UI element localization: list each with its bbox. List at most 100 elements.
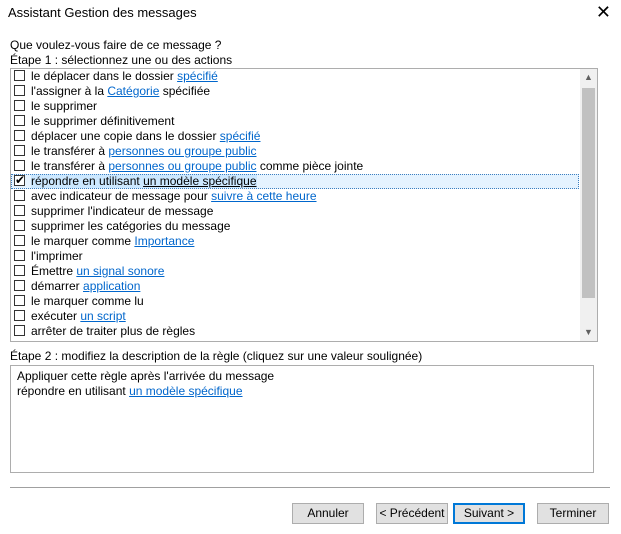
action-label: déplacer une copie dans le dossier bbox=[31, 129, 220, 143]
action-checkbox[interactable] bbox=[14, 310, 25, 321]
action-row[interactable]: le marquer comme Importance bbox=[11, 234, 579, 249]
action-label: Émettre bbox=[31, 264, 77, 278]
action-row[interactable]: supprimer l'indicateur de message bbox=[11, 204, 579, 219]
action-row[interactable]: arrêter de traiter plus de règles bbox=[11, 324, 579, 339]
action-checkbox[interactable] bbox=[14, 205, 25, 216]
actions-scrollbar[interactable]: ▲ ▼ bbox=[580, 69, 597, 341]
action-value-link[interactable]: spécifié bbox=[177, 69, 218, 83]
action-text: exécuter un script bbox=[31, 309, 126, 323]
action-checkbox[interactable] bbox=[14, 115, 25, 126]
step1-label: Étape 1 : sélectionnez une ou des action… bbox=[10, 53, 233, 67]
title-bar: Assistant Gestion des messages ✕ bbox=[0, 0, 621, 28]
action-checkbox[interactable] bbox=[14, 100, 25, 111]
action-text: le marquer comme lu bbox=[31, 294, 144, 308]
action-checkbox[interactable] bbox=[14, 70, 25, 81]
previous-button[interactable]: < Précédent bbox=[376, 503, 448, 524]
description-template-link[interactable]: un modèle spécifique bbox=[129, 384, 242, 398]
action-label: le marquer comme lu bbox=[31, 294, 144, 308]
action-label-suffix: comme pièce jointe bbox=[256, 159, 364, 173]
action-checkbox[interactable] bbox=[14, 190, 25, 201]
action-row[interactable]: le supprimer définitivement bbox=[11, 114, 579, 129]
action-label: supprimer les catégories du message bbox=[31, 219, 231, 233]
action-checkbox[interactable] bbox=[14, 325, 25, 336]
action-value-link[interactable]: un script bbox=[80, 309, 125, 323]
action-label: l'assigner à la bbox=[31, 84, 108, 98]
action-text: l'imprimer bbox=[31, 249, 83, 263]
action-label: supprimer l'indicateur de message bbox=[31, 204, 214, 218]
action-row[interactable]: Émettre un signal sonore bbox=[11, 264, 579, 279]
action-checkbox[interactable] bbox=[14, 145, 25, 156]
question-label: Que voulez-vous faire de ce message ? bbox=[10, 38, 222, 52]
action-row[interactable]: le transférer à personnes ou groupe publ… bbox=[11, 159, 579, 174]
action-row[interactable]: le marquer comme lu bbox=[11, 294, 579, 309]
action-label: le supprimer définitivement bbox=[31, 114, 175, 128]
action-value-link[interactable]: personnes ou groupe public bbox=[108, 159, 256, 173]
action-text: le transférer à personnes ou groupe publ… bbox=[31, 159, 363, 173]
action-text: le supprimer définitivement bbox=[31, 114, 174, 128]
action-label: l'imprimer bbox=[31, 249, 83, 263]
action-checkbox[interactable] bbox=[14, 160, 25, 171]
scroll-down-arrow-icon[interactable]: ▼ bbox=[580, 324, 597, 341]
scroll-up-arrow-icon[interactable]: ▲ bbox=[580, 69, 597, 86]
action-value-link[interactable]: un signal sonore bbox=[76, 264, 164, 278]
action-text: démarrer application bbox=[31, 279, 140, 293]
action-row[interactable]: exécuter un script bbox=[11, 309, 579, 324]
description-line-1: Appliquer cette règle après l'arrivée du… bbox=[17, 369, 275, 383]
action-label: exécuter bbox=[31, 309, 81, 323]
action-row[interactable]: l'imprimer bbox=[11, 249, 579, 264]
actions-listbox[interactable]: le déplacer dans le dossier spécifié l'as… bbox=[10, 68, 598, 342]
finish-button[interactable]: Terminer bbox=[537, 503, 609, 524]
action-row[interactable]: supprimer les catégories du message bbox=[11, 219, 579, 234]
description-line-2-text: répondre en utilisant bbox=[17, 384, 130, 398]
action-checkbox[interactable] bbox=[14, 235, 25, 246]
action-row[interactable]: démarrer application bbox=[11, 279, 579, 294]
rule-description-box: Appliquer cette règle après l'arrivée du… bbox=[10, 365, 594, 473]
action-row[interactable]: le supprimer bbox=[11, 99, 579, 114]
action-value-link[interactable]: suivre à cette heure bbox=[211, 189, 316, 203]
action-checkbox[interactable] bbox=[14, 280, 25, 291]
action-label: le transférer à bbox=[31, 159, 109, 173]
cancel-button[interactable]: Annuler bbox=[292, 503, 364, 524]
action-label: le déplacer dans le dossier bbox=[31, 69, 178, 83]
action-text: supprimer l'indicateur de message bbox=[31, 204, 213, 218]
action-value-link[interactable]: application bbox=[83, 279, 140, 293]
scroll-thumb[interactable] bbox=[582, 88, 595, 298]
action-row[interactable]: ✔ répondre en utilisant un modèle spécifi… bbox=[11, 173, 579, 189]
action-label: le supprimer bbox=[31, 99, 98, 113]
action-text: le marquer comme Importance bbox=[31, 234, 194, 248]
action-label: le marquer comme bbox=[31, 234, 135, 248]
action-checkbox[interactable] bbox=[14, 295, 25, 306]
action-value-link[interactable]: Catégorie bbox=[107, 84, 159, 98]
action-row[interactable]: l'assigner à la Catégorie spécifiée bbox=[11, 84, 579, 99]
action-label: le transférer à bbox=[31, 144, 109, 158]
checkmark-icon: ✔ bbox=[15, 173, 26, 187]
action-checkbox[interactable]: ✔ bbox=[14, 173, 26, 187]
action-text: supprimer les catégories du message bbox=[31, 219, 230, 233]
separator bbox=[10, 487, 610, 488]
action-checkbox[interactable] bbox=[14, 220, 25, 231]
action-label: démarrer bbox=[31, 279, 84, 293]
action-text: répondre en utilisant un modèle spécifiq… bbox=[31, 174, 257, 188]
action-value-link[interactable]: personnes ou groupe public bbox=[108, 144, 256, 158]
next-button[interactable]: Suivant > bbox=[453, 503, 525, 524]
action-value-link[interactable]: spécifié bbox=[220, 129, 261, 143]
action-text: le transférer à personnes ou groupe publ… bbox=[31, 144, 256, 158]
action-value-link[interactable]: un modèle spécifique bbox=[143, 174, 256, 188]
close-icon[interactable]: ✕ bbox=[596, 3, 611, 21]
action-label-suffix: spécifiée bbox=[159, 84, 211, 98]
action-checkbox[interactable] bbox=[14, 265, 25, 276]
action-checkbox[interactable] bbox=[14, 250, 25, 261]
action-text: le supprimer bbox=[31, 99, 97, 113]
action-row[interactable]: avec indicateur de message pour suivre à… bbox=[11, 189, 579, 204]
step2-label: Étape 2 : modifiez la description de la … bbox=[10, 349, 423, 363]
action-row[interactable]: déplacer une copie dans le dossier spéci… bbox=[11, 129, 579, 144]
action-checkbox[interactable] bbox=[14, 130, 25, 141]
actions-list: le déplacer dans le dossier spécifié l'as… bbox=[11, 69, 579, 339]
action-checkbox[interactable] bbox=[14, 85, 25, 96]
action-row[interactable]: le transférer à personnes ou groupe publ… bbox=[11, 144, 579, 159]
description-line-2: répondre en utilisant un modèle spécifiq… bbox=[17, 384, 587, 399]
action-text: avec indicateur de message pour suivre à… bbox=[31, 189, 317, 203]
action-text: le déplacer dans le dossier spécifié bbox=[31, 69, 218, 83]
action-value-link[interactable]: Importance bbox=[134, 234, 194, 248]
action-row[interactable]: le déplacer dans le dossier spécifié bbox=[11, 69, 579, 84]
